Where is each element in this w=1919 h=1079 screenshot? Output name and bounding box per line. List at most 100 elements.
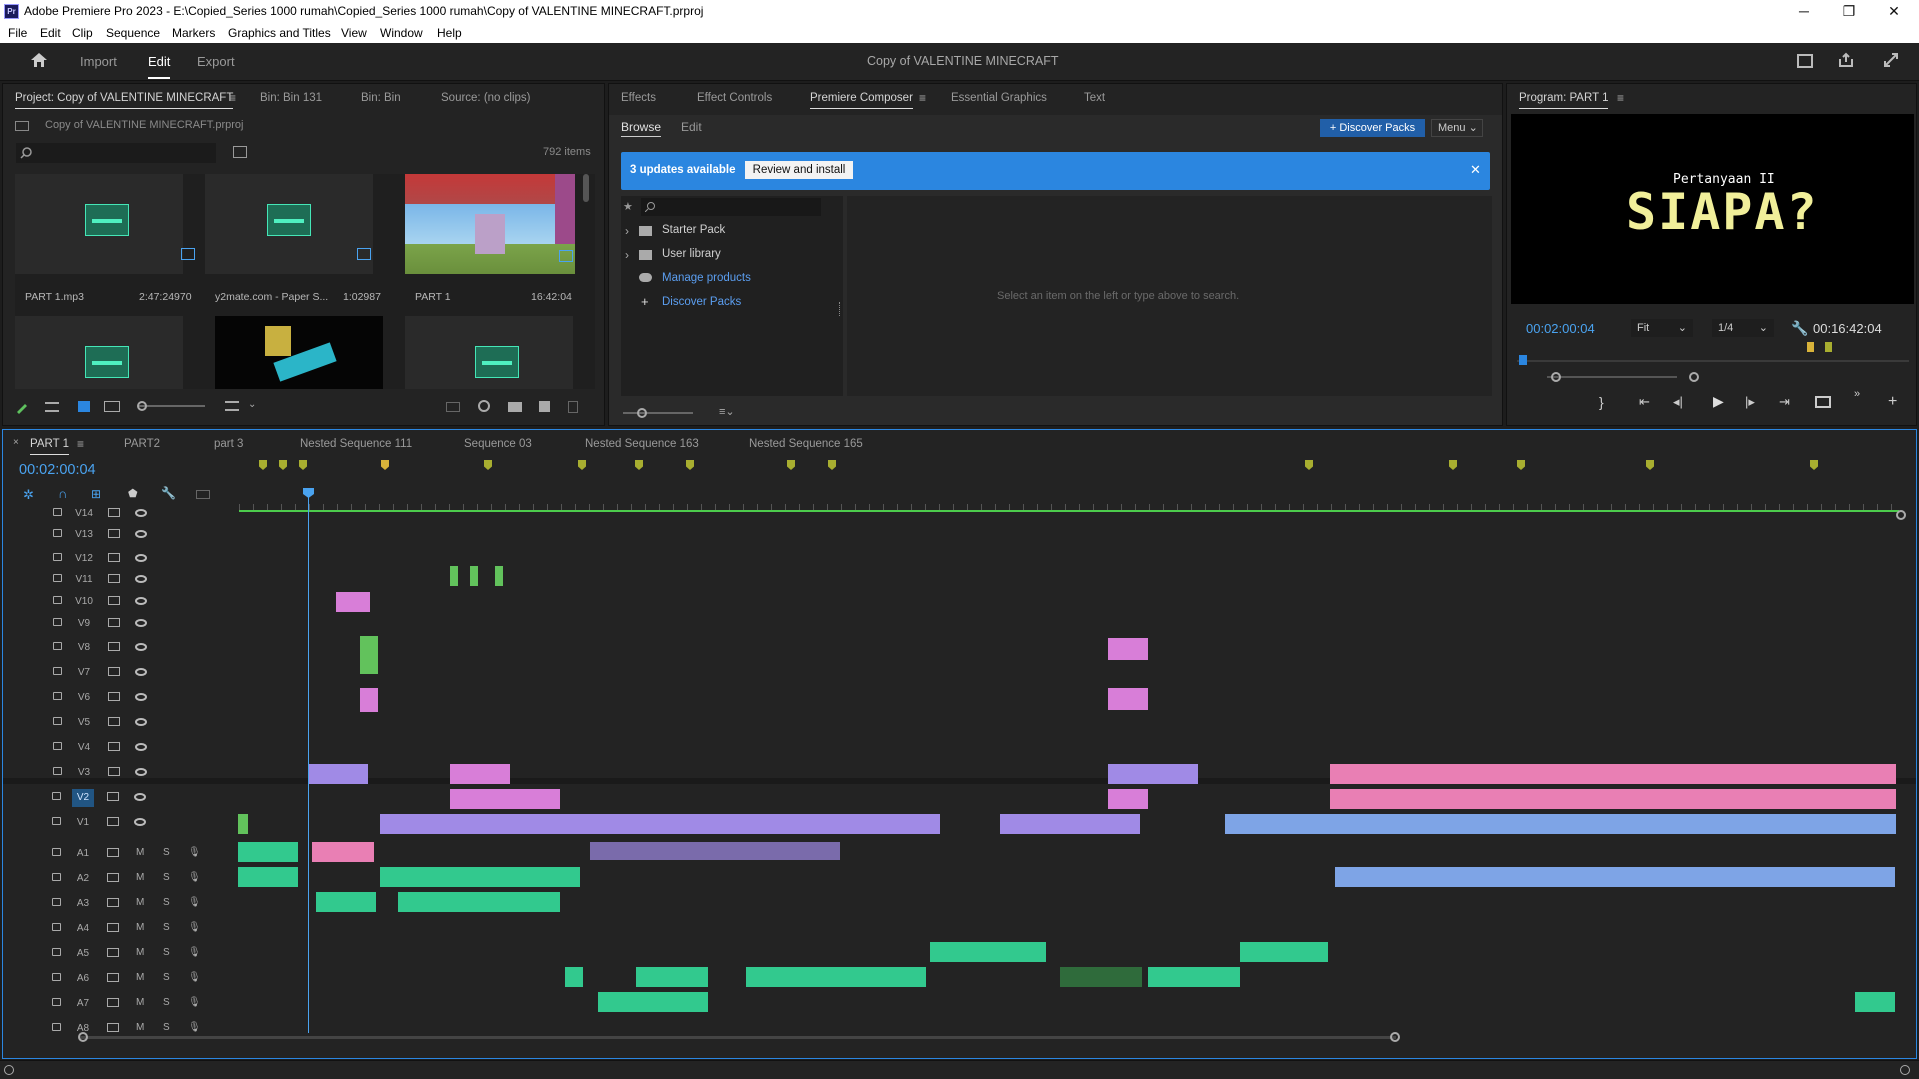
lock-icon[interactable] (52, 998, 61, 1006)
tab-bin-131[interactable]: Bin: Bin 131 (260, 92, 322, 104)
sync-lock-icon[interactable] (108, 717, 120, 726)
linked-selection-icon[interactable]: ⊞ (91, 487, 101, 501)
track-header-a2[interactable]: A2 M S 🎙 (2, 867, 240, 891)
track-header-a7[interactable]: A7 M S 🎙 (2, 992, 240, 1016)
wrench-icon[interactable]: 🔧 (1791, 320, 1808, 337)
discover-packs-button[interactable]: + Discover Packs (1320, 119, 1425, 137)
composer-menu-icon[interactable]: ≡ (919, 91, 926, 105)
mute-button[interactable]: M (136, 897, 144, 908)
go-to-in-icon[interactable]: ⇤ (1639, 394, 1650, 410)
video-clip[interactable] (470, 566, 478, 586)
lock-icon[interactable] (53, 767, 62, 775)
solo-button[interactable]: S (163, 997, 170, 1008)
audio-clip[interactable] (565, 967, 583, 987)
audio-clip[interactable] (1240, 942, 1328, 962)
scroll-handle-left[interactable] (78, 1032, 88, 1042)
sync-lock-icon[interactable] (108, 508, 120, 517)
sync-lock-icon[interactable] (108, 642, 120, 651)
track-header-v7[interactable]: V7 (3, 661, 241, 685)
find-icon[interactable] (478, 400, 490, 412)
timeline-marker[interactable] (1305, 460, 1313, 470)
tab-premiere-composer[interactable]: Premiere Composer (810, 92, 913, 109)
mute-button[interactable]: M (136, 872, 144, 883)
close-window-button[interactable]: ✕ (1879, 2, 1909, 20)
lock-icon[interactable] (53, 618, 62, 626)
eye-icon[interactable] (135, 597, 147, 605)
track-header-v11[interactable]: V11 (3, 568, 241, 592)
audio-clip[interactable] (316, 892, 376, 912)
video-clip[interactable] (360, 688, 378, 712)
review-install-button[interactable]: Review and install (745, 161, 853, 179)
splitter-handle[interactable] (839, 302, 842, 316)
audio-clip[interactable] (398, 892, 560, 912)
menu-file[interactable]: File (8, 26, 27, 40)
menu-window[interactable]: Window (380, 26, 423, 40)
timeline-marker[interactable] (787, 460, 795, 470)
step-forward-icon[interactable]: |▸ (1745, 394, 1755, 410)
video-clip[interactable] (450, 566, 458, 586)
track-header-v1[interactable]: V1 (2, 811, 240, 835)
tab-part2[interactable]: PART2 (124, 438, 160, 450)
timeline-marker[interactable] (1646, 460, 1654, 470)
go-to-out-icon[interactable]: ⇥ (1779, 394, 1790, 410)
video-clip[interactable] (450, 789, 560, 809)
eye-icon[interactable] (135, 768, 147, 776)
menu-view[interactable]: View (341, 26, 367, 40)
list-view-icon[interactable] (45, 402, 59, 412)
lock-icon[interactable] (53, 596, 62, 604)
close-banner-icon[interactable]: ✕ (1470, 162, 1481, 178)
sync-lock-icon[interactable] (108, 553, 120, 562)
solo-button[interactable]: S (163, 897, 170, 908)
sync-lock-icon[interactable] (108, 529, 120, 538)
timeline-marker[interactable] (1810, 460, 1818, 470)
tab-nested-165[interactable]: Nested Sequence 165 (749, 438, 863, 450)
video-clip[interactable] (495, 566, 503, 586)
freeform-view-icon[interactable] (104, 401, 120, 412)
timeline-marker[interactable] (299, 460, 307, 470)
menu-help[interactable]: Help (437, 26, 462, 40)
lock-icon[interactable] (53, 692, 62, 700)
track-header-v13[interactable]: V13 (3, 523, 241, 547)
lock-icon[interactable] (52, 1023, 61, 1031)
project-item-part1-mp3[interactable] (15, 174, 195, 274)
tab-part-1[interactable]: PART 1 (30, 438, 69, 455)
timeline-horizontal-scrollbar[interactable] (80, 1036, 1396, 1039)
video-clip[interactable] (1330, 789, 1896, 809)
timeline-marker[interactable] (381, 460, 389, 470)
eye-icon[interactable] (135, 718, 147, 726)
lock-icon[interactable] (53, 574, 62, 582)
audio-clip[interactable] (636, 967, 708, 987)
thumbnail-size-handle[interactable] (637, 408, 647, 418)
zoom-slider-handle[interactable] (137, 401, 147, 411)
tab-edit[interactable]: Edit (148, 54, 170, 69)
menu-edit[interactable]: Edit (40, 26, 61, 40)
more-controls-icon[interactable]: » (1854, 388, 1860, 400)
lock-icon[interactable] (53, 529, 62, 537)
solo-button[interactable]: S (163, 922, 170, 933)
mute-button[interactable]: M (136, 922, 144, 933)
timeline-marker[interactable] (686, 460, 694, 470)
zoom-handle-left[interactable] (1551, 372, 1561, 382)
tab-edit-composer[interactable]: Edit (681, 120, 702, 134)
zoom-slider[interactable] (139, 405, 205, 407)
timeline-marker[interactable] (578, 460, 586, 470)
sort-icon[interactable] (225, 401, 239, 411)
menu-sequence[interactable]: Sequence (106, 26, 160, 40)
mute-button[interactable]: M (136, 947, 144, 958)
microphone-icon[interactable]: 🎙 (188, 997, 201, 1008)
eye-icon[interactable] (135, 743, 147, 751)
lock-icon[interactable] (53, 717, 62, 725)
chevron-down-icon[interactable]: ⌄ (248, 399, 256, 410)
wrench-icon[interactable]: 🔧 (161, 486, 176, 500)
tab-import[interactable]: Import (80, 54, 117, 69)
captions-icon[interactable] (196, 490, 210, 499)
lock-icon[interactable] (53, 742, 62, 750)
sync-lock-icon[interactable] (108, 692, 120, 701)
close-tab-icon[interactable]: × (13, 437, 19, 448)
pencil-icon[interactable] (15, 400, 29, 414)
chevron-right-icon[interactable]: › (625, 224, 629, 238)
tree-item-starter-pack[interactable]: Starter Pack (662, 224, 725, 236)
project-item-video[interactable] (215, 316, 383, 389)
playhead-line[interactable] (308, 488, 309, 1033)
audio-clip[interactable] (746, 967, 926, 987)
